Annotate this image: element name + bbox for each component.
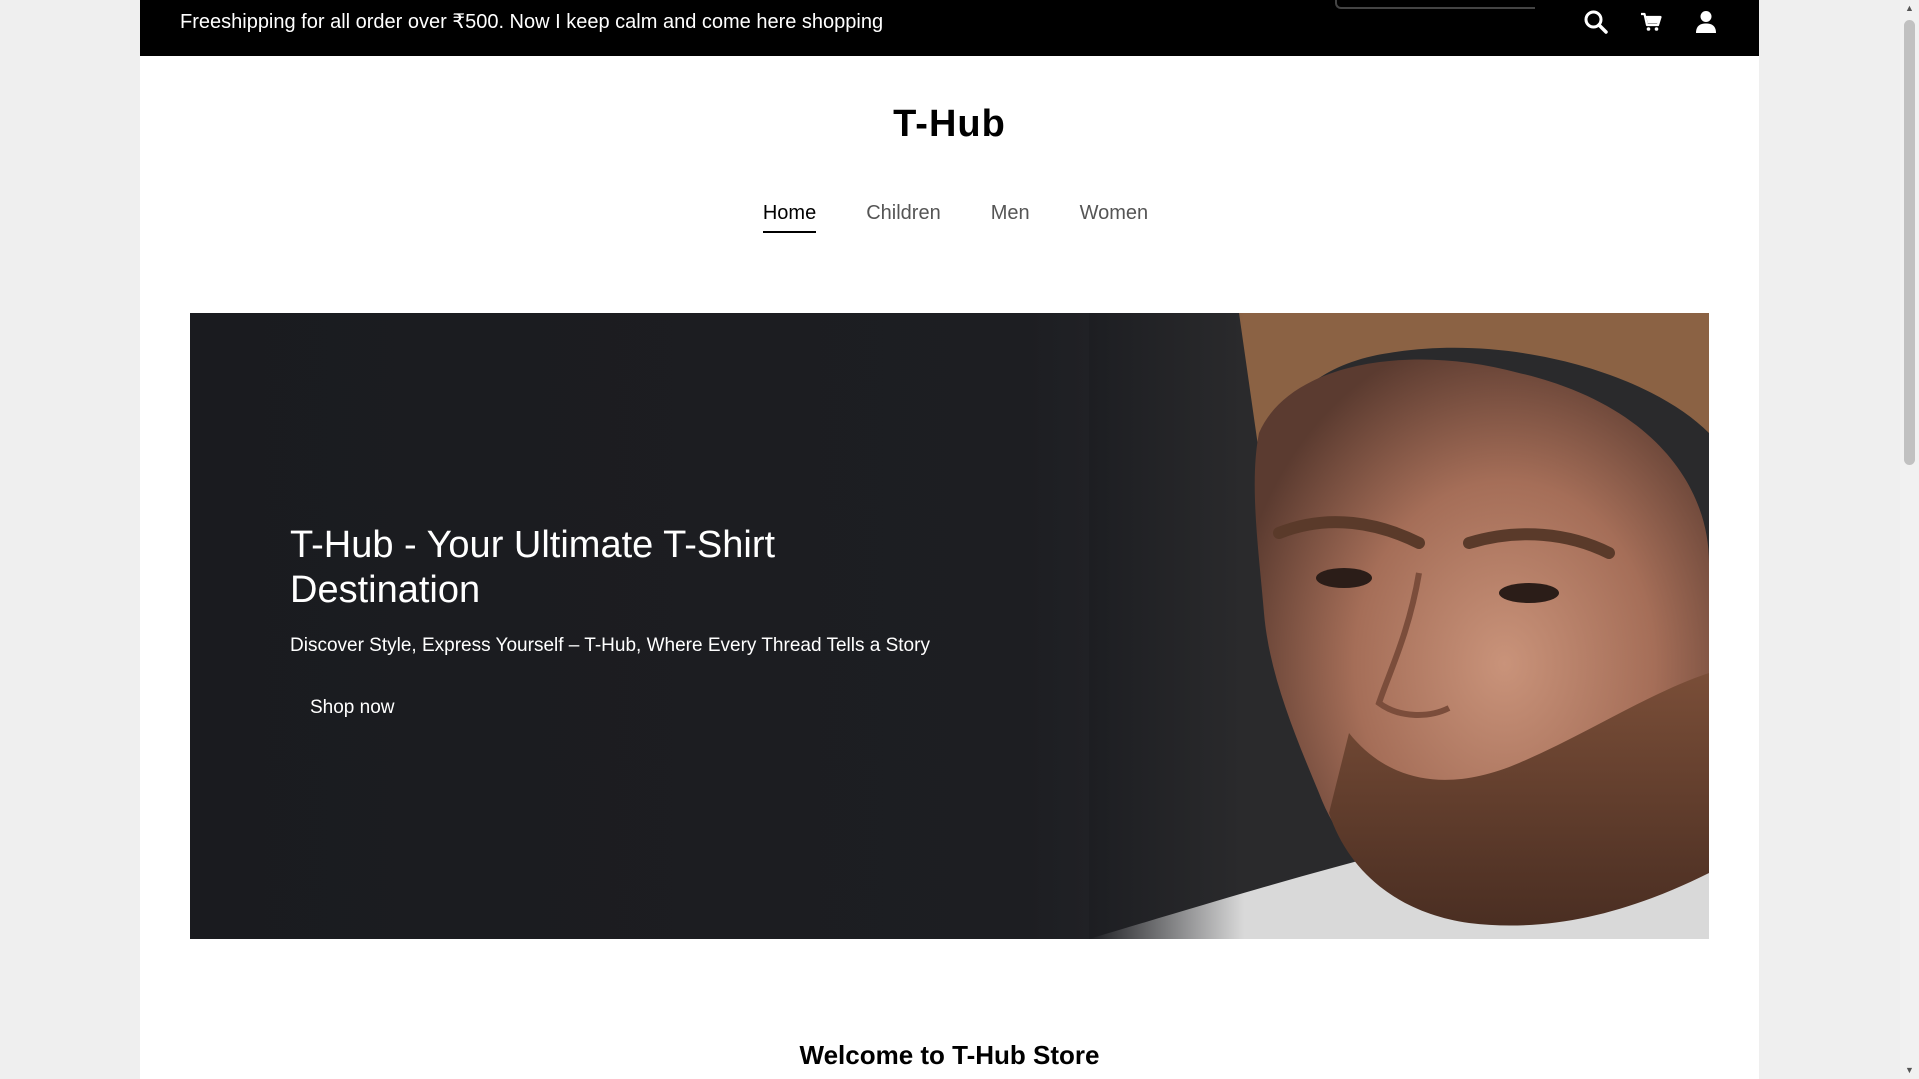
search-icon[interactable] bbox=[1580, 6, 1612, 38]
nav-item-home[interactable]: Home bbox=[762, 202, 817, 233]
scrollbar-thumb[interactable] bbox=[1904, 20, 1915, 465]
hero-banner: T-Hub - Your Ultimate T-Shirt Destinatio… bbox=[190, 313, 1709, 939]
brand-logo[interactable]: T-Hub bbox=[140, 103, 1759, 146]
nav-item-women[interactable]: Women bbox=[1080, 202, 1149, 233]
page: Freeshipping for all order over ₹500. No… bbox=[140, 0, 1759, 1079]
shop-now-button[interactable]: Shop now bbox=[290, 689, 415, 727]
main-nav: Home Children Men Women bbox=[140, 202, 1759, 233]
search-dropdown-edge bbox=[1335, 0, 1535, 9]
hero-subtitle: Discover Style, Express Yourself – T-Hub… bbox=[290, 635, 930, 656]
nav-item-men[interactable]: Men bbox=[991, 202, 1030, 233]
hero-title: T-Hub - Your Ultimate T-Shirt Destinatio… bbox=[290, 524, 776, 611]
announcement-bar: Freeshipping for all order over ₹500. No… bbox=[140, 0, 1759, 56]
scroll-up-icon[interactable]: ▲ bbox=[1900, 0, 1919, 17]
page-scrollbar[interactable]: ▲ ▼ bbox=[1900, 0, 1919, 1079]
hero-model-photo bbox=[1089, 313, 1709, 939]
hero-content: T-Hub - Your Ultimate T-Shirt Destinatio… bbox=[290, 523, 1010, 727]
user-icon[interactable] bbox=[1690, 6, 1722, 38]
announcement-text: Freeshipping for all order over ₹500. No… bbox=[180, 11, 884, 33]
welcome-heading: Welcome to T-Hub Store bbox=[799, 1040, 1100, 1070]
cart-icon[interactable] bbox=[1635, 6, 1667, 38]
scroll-down-icon[interactable]: ▼ bbox=[1900, 1062, 1919, 1079]
nav-item-children[interactable]: Children bbox=[866, 202, 940, 233]
